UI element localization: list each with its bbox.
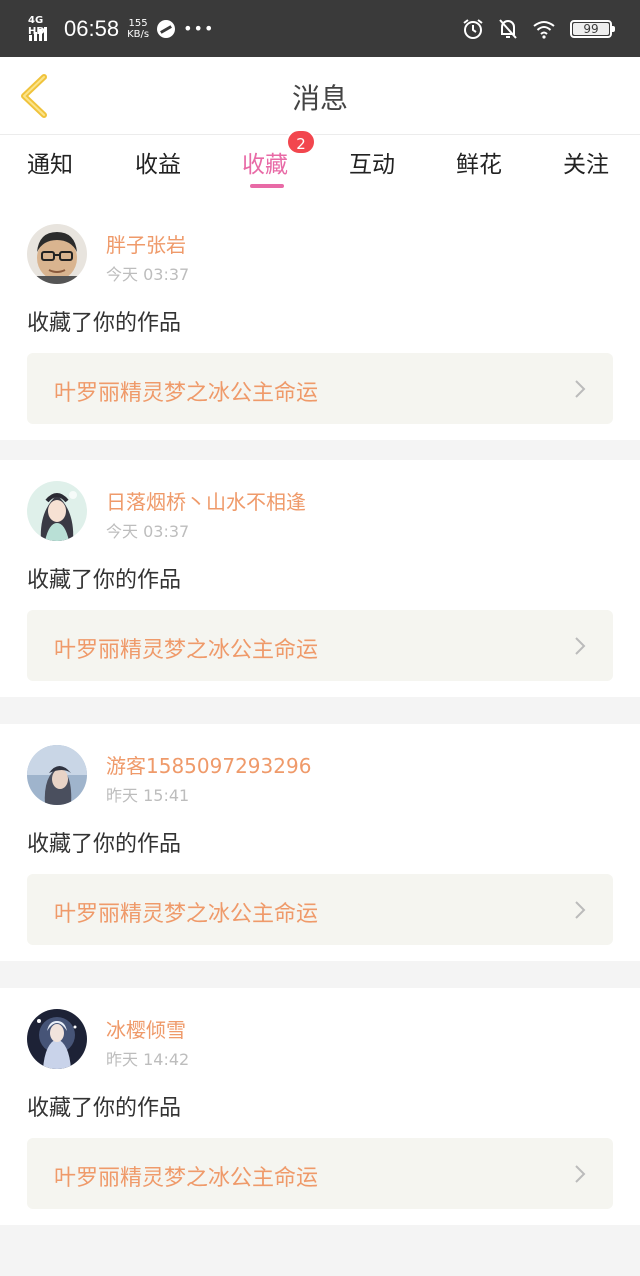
- page-title: 消息: [291, 82, 348, 115]
- username[interactable]: 游客1585097293296: [106, 750, 311, 779]
- work-link[interactable]: 叶罗丽精灵梦之冰公主命运: [27, 1138, 613, 1209]
- work-title: 叶罗丽精灵梦之冰公主命运: [54, 638, 319, 663]
- network-speed: 155 KB/s: [127, 18, 149, 40]
- tab-interactions[interactable]: 互动: [349, 145, 395, 179]
- active-tab-indicator: [250, 184, 284, 188]
- chevron-right-icon: [575, 1165, 586, 1183]
- speed-unit: KB/s: [127, 28, 150, 40]
- username[interactable]: 冰樱倾雪: [106, 1014, 186, 1043]
- action-text: 收藏了你的作品: [27, 568, 182, 593]
- timestamp: 昨天 14:42: [106, 1050, 190, 1069]
- action-text: 收藏了你的作品: [27, 832, 182, 857]
- work-title: 叶罗丽精灵梦之冰公主命运: [54, 902, 319, 927]
- battery-level: 99: [573, 22, 609, 36]
- status-bar: 4G HD 06:58 155 KB/s ••• 99: [0, 0, 640, 57]
- mute-bell-icon: [499, 18, 517, 39]
- tab-earnings[interactable]: 收益: [135, 145, 181, 179]
- nav-bar: 消息: [0, 57, 640, 135]
- more-notifications-icon: •••: [183, 19, 215, 38]
- chevron-right-icon: [575, 637, 586, 655]
- speed-value: 155: [128, 17, 148, 29]
- work-link[interactable]: 叶罗丽精灵梦之冰公主命运: [27, 874, 613, 945]
- message-card: 游客1585097293296 昨天 15:41 收藏了你的作品 叶罗丽精灵梦之…: [0, 724, 640, 961]
- work-link[interactable]: 叶罗丽精灵梦之冰公主命运: [27, 353, 613, 424]
- tab-notifications[interactable]: 通知: [27, 145, 73, 179]
- wifi-icon: [533, 20, 555, 39]
- timestamp: 今天 03:37: [106, 522, 190, 541]
- battery-icon: 99: [570, 19, 615, 38]
- work-title: 叶罗丽精灵梦之冰公主命运: [54, 1166, 319, 1191]
- action-text: 收藏了你的作品: [27, 1096, 182, 1121]
- clock: 06:58: [64, 15, 120, 41]
- chevron-right-icon: [575, 901, 586, 919]
- tab-following[interactable]: 关注: [563, 145, 609, 179]
- work-title: 叶罗丽精灵梦之冰公主命运: [54, 381, 319, 406]
- tab-favorites[interactable]: 收藏: [242, 145, 288, 179]
- tab-bar: 通知 收益 收藏 2 互动 鲜花 关注: [0, 129, 640, 203]
- message-card: 冰樱倾雪 昨天 14:42 收藏了你的作品 叶罗丽精灵梦之冰公主命运: [0, 988, 640, 1225]
- timestamp: 今天 03:37: [106, 265, 190, 284]
- avatar[interactable]: [27, 745, 87, 805]
- avatar[interactable]: [27, 481, 87, 541]
- action-text: 收藏了你的作品: [27, 311, 182, 336]
- avatar[interactable]: [27, 224, 87, 284]
- username[interactable]: 日落烟桥丶山水不相逢: [106, 486, 306, 515]
- work-link[interactable]: 叶罗丽精灵梦之冰公主命运: [27, 610, 613, 681]
- tab-flowers[interactable]: 鲜花: [456, 145, 502, 179]
- alarm-icon: [463, 18, 483, 39]
- timestamp: 昨天 15:41: [106, 786, 190, 805]
- unread-badge: 2: [286, 129, 316, 155]
- cellular-signal-icon: 4G HD: [28, 15, 56, 41]
- message-card: 日落烟桥丶山水不相逢 今天 03:37 收藏了你的作品 叶罗丽精灵梦之冰公主命运: [0, 460, 640, 697]
- avatar[interactable]: [27, 1009, 87, 1069]
- message-card: 胖子张岩 今天 03:37 收藏了你的作品 叶罗丽精灵梦之冰公主命运: [0, 203, 640, 440]
- app-notification-icon: [157, 19, 176, 38]
- chevron-right-icon: [575, 380, 586, 398]
- username[interactable]: 胖子张岩: [106, 229, 186, 258]
